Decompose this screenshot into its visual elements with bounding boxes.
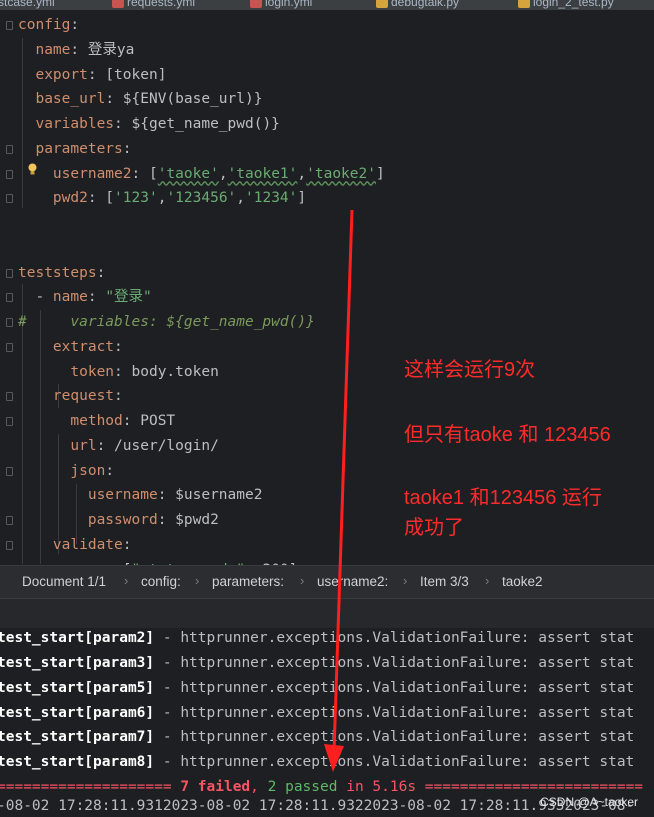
summary-separator: , xyxy=(250,779,268,795)
failure-message: - httprunner.exceptions.ValidationFailur… xyxy=(154,729,635,745)
annotation-only-pair: 但只有taoke 和 123456 xyxy=(404,424,611,446)
run-panel-header xyxy=(0,598,654,629)
code-line: parameters: xyxy=(35,140,132,157)
test-name: test_start[param2] xyxy=(0,630,155,646)
code-line: pwd2: ['123','123456','1234'] xyxy=(52,190,307,207)
tab-label: testcase.yml xyxy=(0,0,55,9)
test-name: test_start[param7] xyxy=(0,729,155,745)
failure-message: - httprunner.exceptions.ValidationFailur… xyxy=(154,680,635,696)
summary-rule: ==================== xyxy=(0,779,181,795)
code-line: variables: ${get_name_pwd()} xyxy=(35,116,280,132)
fold-marker-icon[interactable] xyxy=(6,169,13,179)
chevron-right-icon: › xyxy=(485,573,490,588)
duration: in 5.16s xyxy=(337,779,417,795)
code-line: name: 登录ya xyxy=(35,41,135,58)
console-row: test_start[param2] - httprunner.exceptio… xyxy=(0,628,634,650)
code-line: # variables: ${get_name_pwd()} xyxy=(18,314,315,330)
code-line: json: xyxy=(70,462,115,479)
code-line: - eq: ["status_code", 200] xyxy=(18,558,297,566)
fold-marker-icon[interactable] xyxy=(6,318,13,327)
code-line: - name: "登录" xyxy=(18,289,152,306)
editor-gutter xyxy=(0,10,18,565)
code-line: base_url: ${ENV(base_url)} xyxy=(35,91,263,108)
code-editor[interactable]: config: name: 登录ya export: [token] base_… xyxy=(0,10,654,565)
tab-requests[interactable]: requests.yml xyxy=(112,0,195,9)
code-line: teststeps: xyxy=(18,264,106,281)
tab-testcase[interactable]: testcase.yml xyxy=(0,0,55,9)
fold-marker-icon[interactable] xyxy=(6,466,13,476)
code-line: username: $username2 xyxy=(87,487,263,504)
breadcrumb-parameters[interactable]: parameters: xyxy=(212,574,284,589)
test-name: test_start[param5] xyxy=(0,680,155,696)
failed-count: 7 failed xyxy=(180,779,251,795)
fold-marker-icon[interactable] xyxy=(6,540,13,550)
code-line: validate: xyxy=(52,536,132,553)
tab-label: login_2_test.py xyxy=(533,0,614,9)
code-line: password: $pwd2 xyxy=(87,512,219,528)
passed-count: 2 passed xyxy=(267,779,338,795)
breadcrumb-username2[interactable]: username2: xyxy=(317,574,388,589)
tab-login-2-test[interactable]: login_2_test.py xyxy=(518,0,614,9)
yaml-file-icon xyxy=(250,0,262,8)
console-row: test_start[param5] - httprunner.exceptio… xyxy=(0,676,634,700)
watermark: CSDN @A~taoker xyxy=(540,795,638,809)
breadcrumb-config[interactable]: config: xyxy=(141,574,181,589)
tab-label: requests.yml xyxy=(127,0,196,9)
breadcrumb: Document 1/1 › config: › parameters: › u… xyxy=(0,565,654,599)
console-row: test_start[param7] - httprunner.exceptio… xyxy=(0,725,634,749)
code-line: token: body.token xyxy=(70,363,219,380)
breadcrumb-item[interactable]: Item 3/3 xyxy=(420,574,469,589)
code-line: extract: xyxy=(52,338,123,355)
code-line: url: /user/login/ xyxy=(70,437,219,454)
chevron-right-icon: › xyxy=(403,573,408,588)
console-row: test_start[param3] - httprunner.exceptio… xyxy=(0,651,634,675)
chevron-right-icon: › xyxy=(124,573,129,588)
code-line: method: POST xyxy=(70,413,176,429)
python-file-icon xyxy=(518,0,530,8)
yaml-file-icon xyxy=(112,0,124,8)
test-name: test_start[param6] xyxy=(0,705,155,721)
failure-message: - httprunner.exceptions.ValidationFailur… xyxy=(154,754,635,770)
fold-marker-icon[interactable] xyxy=(6,392,13,402)
code-line: config: xyxy=(18,17,80,33)
fold-marker-icon[interactable] xyxy=(6,516,13,525)
summary-rule: ========================= xyxy=(416,779,644,795)
failure-message: - httprunner.exceptions.ValidationFailur… xyxy=(154,655,635,671)
fold-marker-icon[interactable] xyxy=(6,268,13,278)
python-file-icon xyxy=(376,0,388,8)
run-console[interactable]: test_start[param2] - httprunner.exceptio… xyxy=(0,628,654,817)
code-line: username2: ['taoke','taoke1','taoke2'] xyxy=(52,165,385,182)
tab-label: debugtalk.py xyxy=(391,0,460,9)
annotation-run-count: 这样会运行9次 xyxy=(404,359,536,381)
fold-marker-icon[interactable] xyxy=(6,417,13,426)
failure-message: - httprunner.exceptions.ValidationFailur… xyxy=(154,705,635,721)
test-name: test_start[param3] xyxy=(0,655,155,671)
breadcrumb-document[interactable]: Document 1/1 xyxy=(22,574,106,589)
console-row: test_start[param6] - httprunner.exceptio… xyxy=(0,701,634,725)
breadcrumb-taoke2[interactable]: taoke2 xyxy=(502,574,543,589)
failure-message: - httprunner.exceptions.ValidationFailur… xyxy=(154,630,635,646)
tab-login[interactable]: login.yml xyxy=(250,0,312,9)
lightbulb-icon[interactable] xyxy=(27,163,38,175)
fold-marker-icon[interactable] xyxy=(6,21,13,30)
tab-label: login.yml xyxy=(265,0,313,9)
console-row: test_start[param8] - httprunner.exceptio… xyxy=(0,750,634,774)
fold-marker-icon[interactable] xyxy=(6,342,13,352)
fold-marker-icon[interactable] xyxy=(6,144,13,154)
annotation-success: 成功了 xyxy=(404,517,464,539)
tab-debugtalk[interactable]: debugtalk.py xyxy=(376,0,459,9)
fold-marker-icon[interactable] xyxy=(6,194,13,204)
code-line: request: xyxy=(52,388,123,405)
chevron-right-icon: › xyxy=(300,573,305,588)
code-line: export: [token] xyxy=(35,66,167,83)
fold-marker-icon[interactable] xyxy=(6,293,13,303)
annotation-second-pair: taoke1 和123456 运行 xyxy=(404,487,602,509)
test-name: test_start[param8] xyxy=(0,754,155,770)
chevron-right-icon: › xyxy=(195,573,200,588)
